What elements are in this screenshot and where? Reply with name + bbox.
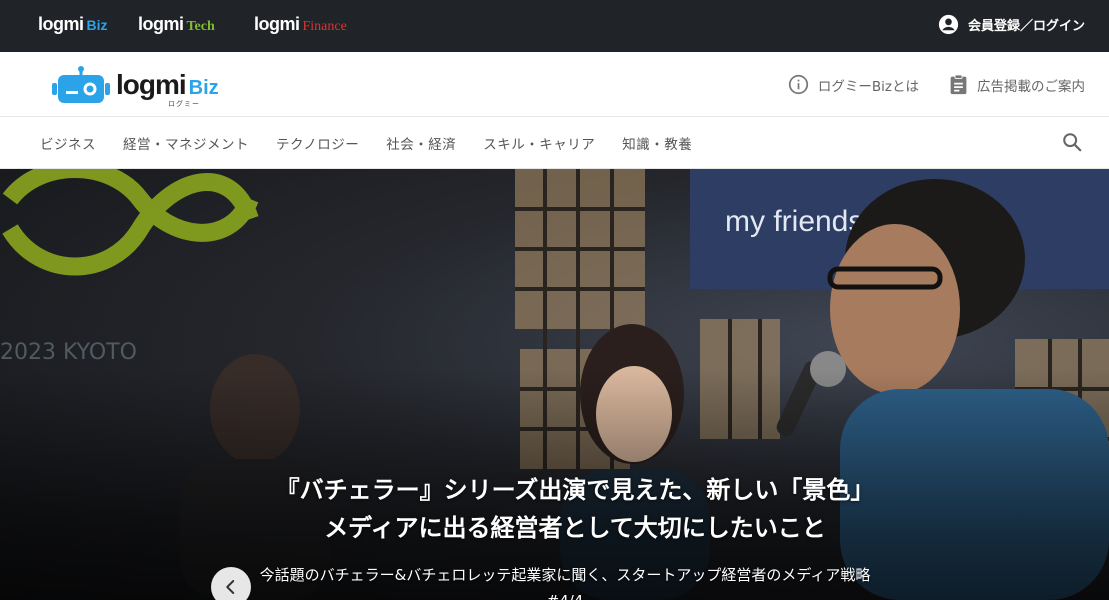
brand-sub-finance: Finance <box>302 19 347 34</box>
clipboard-icon <box>950 74 967 95</box>
brand-word: logmi <box>138 14 184 34</box>
nav-item-management[interactable]: 経営・マネジメント <box>123 133 249 153</box>
logo-sub: Biz <box>188 77 219 99</box>
hero-title-line2[interactable]: メディアに出る経営者として大切にしたいこと <box>200 509 950 547</box>
brand-sub-tech: Tech <box>186 19 215 34</box>
chevron-left-icon <box>226 580 235 594</box>
brand-word: logmi <box>38 14 84 34</box>
ads-link[interactable]: 広告掲載のご案内 <box>949 74 1085 95</box>
nav-item-knowledge[interactable]: 知識・教養 <box>622 133 692 153</box>
account-circle-icon <box>938 14 959 35</box>
nav-item-technology[interactable]: テクノロジー <box>276 133 359 153</box>
brand-link-biz[interactable]: logmi Biz <box>38 14 108 35</box>
login-label: 会員登録／ログイン <box>967 19 1085 34</box>
search-icon <box>1063 133 1082 152</box>
brand-sub-biz: Biz <box>86 17 108 33</box>
category-nav: ビジネス 経営・マネジメント テクノロジー 社会・経済 スキル・キャリア 知識・… <box>0 117 1109 169</box>
nav-item-business[interactable]: ビジネス <box>40 133 96 153</box>
site-header: logmi Biz ログミー ログミーBizとは 広告掲載のご案内 <box>0 52 1109 117</box>
logo-word: logmi <box>116 69 187 100</box>
search-button[interactable] <box>1061 131 1083 157</box>
nav-item-skill-career[interactable]: スキル・キャリア <box>483 133 595 153</box>
carousel-prev-button[interactable] <box>211 567 251 600</box>
about-link[interactable]: ログミーBizとは <box>788 74 919 95</box>
brand-link-tech[interactable]: logmi Tech <box>138 14 215 35</box>
robot-logo-icon <box>52 66 110 103</box>
login-link[interactable]: 会員登録／ログイン <box>938 14 1085 35</box>
hero-title-line1[interactable]: 『バチェラー』シリーズ出演で見えた、新しい「景色」 <box>200 471 950 509</box>
ads-label: 広告掲載のご案内 <box>977 78 1085 95</box>
brand-link-finance[interactable]: logmi Finance <box>254 14 347 35</box>
about-label: ログミーBizとは <box>817 78 919 95</box>
hero-subtitle[interactable]: 今話題のバチェラー&バチェロレッテ起業家に聞く、スタートアップ経営者のメディア戦… <box>250 562 880 600</box>
nav-item-society-economy[interactable]: 社会・経済 <box>386 133 456 153</box>
svg-text:2023 KYOTO: 2023 KYOTO <box>0 340 137 365</box>
hero-carousel[interactable]: 2023 KYOTO my friends, and 『バチェラー』シリーズ出演… <box>0 169 1109 600</box>
infinity-sign <box>2 169 259 276</box>
site-logo[interactable]: logmi Biz ログミー <box>52 65 219 108</box>
top-bar: logmi Biz logmi Tech logmi Finance 会員登録／… <box>0 0 1109 52</box>
brand-word: logmi <box>254 14 300 34</box>
logo-kana: ログミー <box>168 100 200 108</box>
info-icon <box>788 74 809 95</box>
